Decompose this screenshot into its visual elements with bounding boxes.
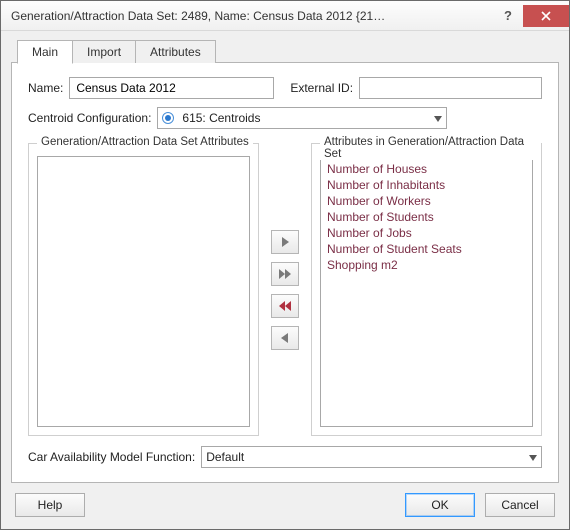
centroid-config-label: Centroid Configuration: (28, 111, 151, 125)
arrow-left-icon (278, 332, 292, 344)
list-item[interactable]: Number of Inhabitants (327, 177, 526, 193)
radio-icon (162, 112, 174, 124)
title-bar: Generation/Attraction Data Set: 2489, Na… (1, 1, 569, 31)
list-item[interactable]: Number of Jobs (327, 225, 526, 241)
groupbox-selected-attributes: Attributes in Generation/Attraction Data… (311, 143, 542, 436)
tab-strip: Main Import Attributes (17, 39, 559, 63)
car-availability-combobox[interactable]: Default (201, 446, 542, 468)
double-arrow-left-icon (278, 300, 292, 312)
help-button[interactable]: Help (15, 493, 85, 517)
available-attributes-list[interactable] (37, 156, 250, 427)
groupbox-available-attributes: Generation/Attraction Data Set Attribute… (28, 143, 259, 436)
help-titlebar-button[interactable]: ? (493, 5, 523, 27)
arrow-right-icon (278, 236, 292, 248)
car-availability-value: Default (206, 450, 523, 464)
dialog-window: Generation/Attraction Data Set: 2489, Na… (0, 0, 570, 530)
list-item[interactable]: Shopping m2 (327, 257, 526, 273)
tab-import[interactable]: Import (72, 40, 136, 63)
chevron-down-icon (529, 450, 537, 464)
car-availability-label: Car Availability Model Function: (28, 450, 195, 464)
row-car-availability: Car Availability Model Function: Default (28, 446, 542, 468)
transfer-buttons (267, 143, 303, 436)
dual-list-area: Generation/Attraction Data Set Attribute… (28, 143, 542, 436)
groupbox-available-title: Generation/Attraction Data Set Attribute… (37, 136, 253, 148)
groupbox-selected-title: Attributes in Generation/Attraction Data… (320, 136, 541, 160)
list-item[interactable]: Number of Workers (327, 193, 526, 209)
selected-attributes-list[interactable]: Number of HousesNumber of InhabitantsNum… (320, 156, 533, 427)
move-right-button[interactable] (271, 230, 299, 254)
list-item[interactable]: Number of Students (327, 209, 526, 225)
close-button[interactable] (523, 5, 569, 27)
external-id-input[interactable] (359, 77, 542, 99)
dialog-footer: Help OK Cancel (11, 483, 559, 519)
name-label: Name: (28, 81, 63, 95)
list-item[interactable]: Number of Student Seats (327, 241, 526, 257)
tab-attributes[interactable]: Attributes (135, 40, 216, 63)
move-left-button[interactable] (271, 326, 299, 350)
external-id-label: External ID: (290, 81, 353, 95)
cancel-button[interactable]: Cancel (485, 493, 555, 517)
row-centroid: Centroid Configuration: 615: Centroids (28, 107, 542, 129)
close-icon (541, 11, 551, 21)
centroid-config-value: 615: Centroids (182, 111, 428, 125)
name-input[interactable] (69, 77, 274, 99)
ok-button[interactable]: OK (405, 493, 475, 517)
move-all-right-button[interactable] (271, 262, 299, 286)
move-all-left-button[interactable] (271, 294, 299, 318)
centroid-config-combobox[interactable]: 615: Centroids (157, 107, 447, 129)
chevron-down-icon (434, 111, 442, 125)
tab-panel-main: Name: External ID: Centroid Configuratio… (11, 62, 559, 483)
tab-main[interactable]: Main (17, 40, 73, 64)
dialog-body: Main Import Attributes Name: External ID… (1, 31, 569, 529)
list-item[interactable]: Number of Houses (327, 161, 526, 177)
row-name-externalid: Name: External ID: (28, 77, 542, 99)
double-arrow-right-icon (278, 268, 292, 280)
window-title: Generation/Attraction Data Set: 2489, Na… (11, 9, 493, 23)
